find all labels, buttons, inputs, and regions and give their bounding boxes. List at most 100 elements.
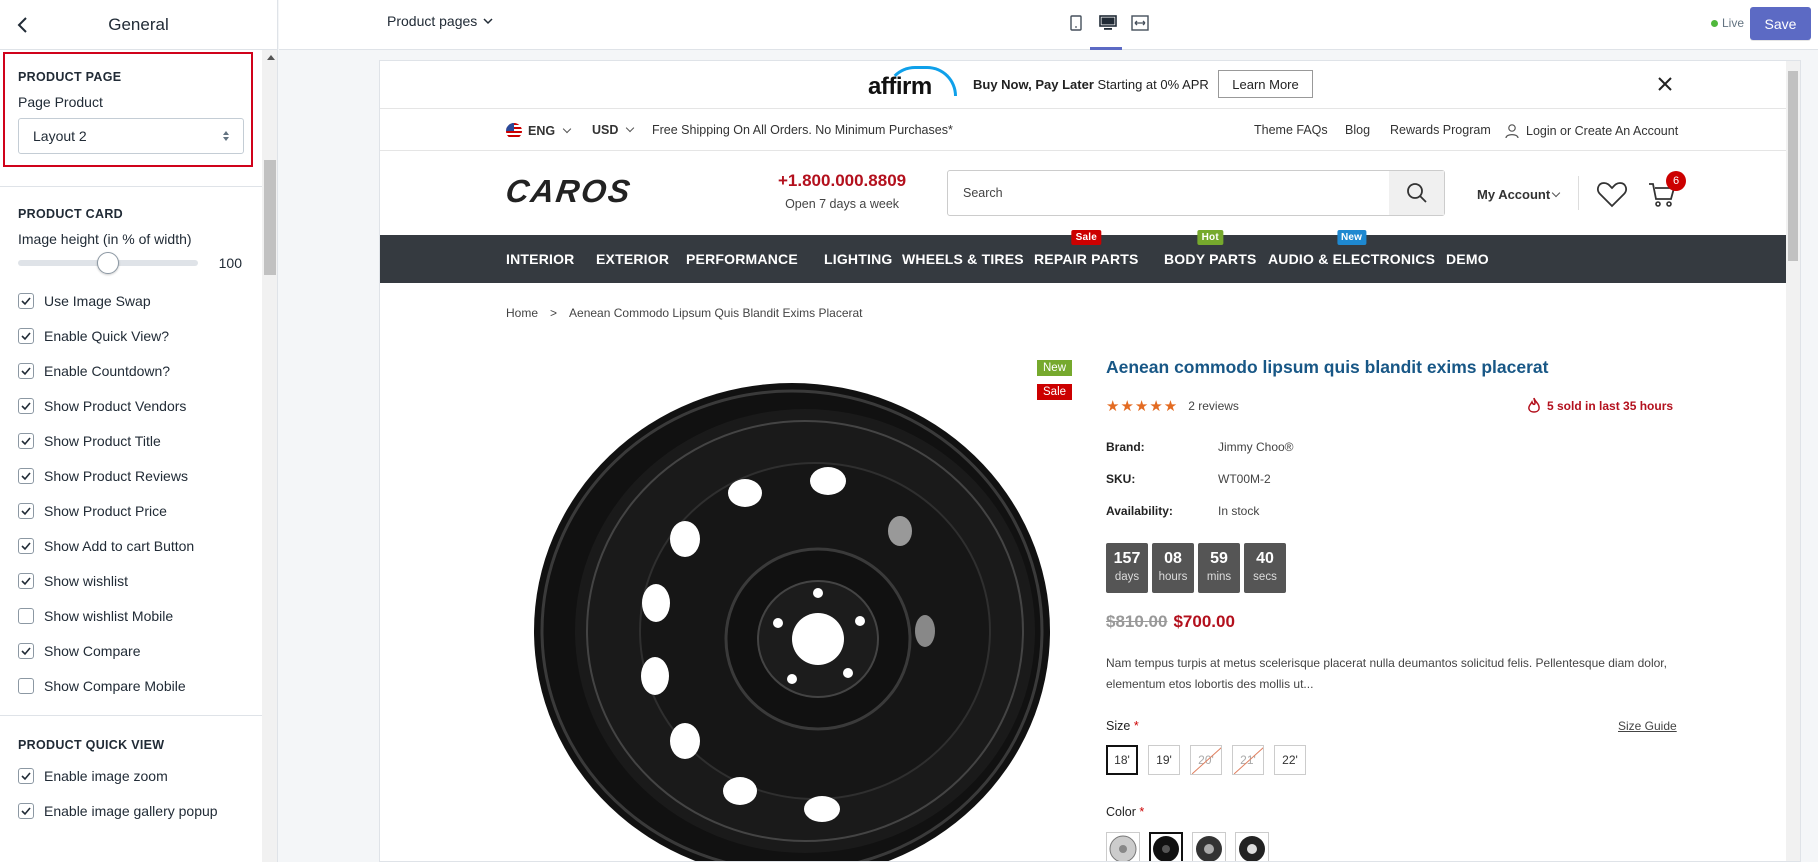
account-link[interactable]: Login or Create An Account <box>1504 123 1678 139</box>
currency-selector[interactable]: USD <box>592 123 635 137</box>
nav-item[interactable]: INTERIOR <box>506 251 575 267</box>
checkbox-row[interactable]: Enable Quick View? <box>18 318 244 353</box>
size-option[interactable]: 19' <box>1148 745 1180 775</box>
checkbox-checked[interactable] <box>18 327 34 344</box>
nav-item[interactable]: PERFORMANCE <box>686 251 798 267</box>
user-icon <box>1505 124 1519 139</box>
store-logo[interactable]: CAROS <box>503 173 635 210</box>
nav-item-label: REPAIR PARTS <box>1034 251 1139 267</box>
new-badge: New <box>1037 360 1073 376</box>
slider-handle[interactable] <box>97 252 119 274</box>
preview-scrollbar[interactable] <box>1786 61 1800 861</box>
store-hours: Open 7 days a week <box>785 197 900 211</box>
breadcrumb-current: Aenean Commodo Lipsum Quis Blandit Exims… <box>569 306 863 320</box>
blog-link[interactable]: Blog <box>1345 123 1370 137</box>
checkbox-row[interactable]: Show Product Price <box>18 493 244 528</box>
nav-item[interactable]: DEMO <box>1446 251 1489 267</box>
checkbox-row[interactable]: Show wishlist Mobile <box>18 598 244 633</box>
mobile-icon[interactable] <box>1066 12 1086 34</box>
checkbox-checked[interactable] <box>18 642 34 659</box>
brand-value[interactable]: Jimmy Choo® <box>1218 440 1294 454</box>
checkbox-row[interactable]: Show Product Title <box>18 423 244 458</box>
scrollbar-thumb[interactable] <box>1788 71 1798 261</box>
settings-sidebar: General PRODUCT PAGE Page Product Layout… <box>0 0 278 862</box>
checkbox-checked[interactable] <box>18 802 34 819</box>
checkbox-row[interactable]: Enable image zoom <box>18 758 244 793</box>
size-option[interactable]: 18' <box>1106 745 1138 775</box>
checkbox-checked[interactable] <box>18 397 34 414</box>
live-status: Live <box>1711 16 1744 30</box>
countdown-number: 08 <box>1164 550 1182 567</box>
checkbox-checked[interactable] <box>18 502 34 519</box>
countdown-unit: 157 days <box>1106 543 1148 593</box>
color-swatch[interactable] <box>1106 832 1140 861</box>
chevron-down-icon <box>626 123 635 133</box>
product-rating[interactable]: ★★★★★ 2 reviews <box>1106 397 1239 415</box>
checkbox-checked[interactable] <box>18 467 34 484</box>
size-guide-link[interactable]: Size Guide <box>1618 719 1677 733</box>
full-width-icon[interactable] <box>1130 12 1150 34</box>
checkbox-row[interactable]: Show Product Vendors <box>18 388 244 423</box>
nav-badge: Hot <box>1197 230 1223 245</box>
heart-icon[interactable] <box>1596 179 1628 209</box>
checkbox-unchecked[interactable] <box>18 607 34 624</box>
checkbox-checked[interactable] <box>18 767 34 784</box>
checkbox-unchecked[interactable] <box>18 677 34 694</box>
nav-item[interactable]: EXTERIOR <box>596 251 669 267</box>
checkbox-row[interactable]: Enable image gallery popup <box>18 793 244 828</box>
size-option: 20' <box>1190 745 1222 775</box>
nav-item[interactable]: WHEELS & TIRES <box>902 251 1024 267</box>
save-button[interactable]: Save <box>1750 7 1811 40</box>
nav-item[interactable]: LIGHTING <box>824 251 892 267</box>
color-swatch-selected[interactable] <box>1149 832 1183 861</box>
checkbox-row[interactable]: Enable Countdown? <box>18 353 244 388</box>
search-input[interactable]: Search <box>947 170 1445 216</box>
checkbox-label: Enable Quick View? <box>44 327 170 344</box>
checkbox-row[interactable]: Show Compare Mobile <box>18 668 244 703</box>
nav-item[interactable]: BODY PARTS Hot <box>1164 230 1257 267</box>
learn-more-button[interactable]: Learn More <box>1218 70 1313 98</box>
checkbox-row[interactable]: Show Add to cart Button <box>18 528 244 563</box>
rewards-link[interactable]: Rewards Program <box>1390 123 1491 137</box>
sidebar-scrollbar[interactable] <box>262 50 277 862</box>
theme-faqs-link[interactable]: Theme FAQs <box>1254 123 1328 137</box>
wheel-thumbnail-icon <box>1109 835 1137 861</box>
checkbox-label: Show Product Price <box>44 502 167 519</box>
checkbox-row[interactable]: Use Image Swap <box>18 283 244 318</box>
color-swatch[interactable] <box>1192 832 1226 861</box>
search-button[interactable] <box>1389 171 1444 215</box>
scroll-up-arrow-icon[interactable] <box>267 55 275 60</box>
checkbox-checked[interactable] <box>18 537 34 554</box>
close-icon[interactable] <box>1656 75 1674 93</box>
chevron-left-icon[interactable] <box>12 14 34 36</box>
language-selector[interactable]: ENG <box>506 123 572 139</box>
nav-item[interactable]: AUDIO & ELECTRONICS New <box>1268 230 1435 267</box>
breadcrumb-home[interactable]: Home <box>506 306 538 320</box>
checkbox-checked[interactable] <box>18 432 34 449</box>
checkbox-row[interactable]: Show wishlist <box>18 563 244 598</box>
size-option[interactable]: 22' <box>1274 745 1306 775</box>
checkbox-checked[interactable] <box>18 362 34 379</box>
checkbox-checked[interactable] <box>18 292 34 309</box>
image-height-slider[interactable] <box>18 252 198 274</box>
checkbox-row[interactable]: Show Product Reviews <box>18 458 244 493</box>
my-account-dropdown[interactable]: My Account <box>1477 187 1561 202</box>
size-label-text: Size <box>1106 719 1131 733</box>
page-type-dropdown[interactable]: Product pages <box>387 13 493 29</box>
section-heading: PRODUCT CARD <box>18 207 123 221</box>
cart-count-badge: 6 <box>1666 171 1686 191</box>
desktop-icon[interactable] <box>1098 12 1118 34</box>
sidebar-scroll-area[interactable]: PRODUCT PAGE Page Product Layout 2 PRODU… <box>0 50 277 862</box>
checkbox-row[interactable]: Show Compare <box>18 633 244 668</box>
nav-item-label: BODY PARTS <box>1164 251 1257 267</box>
countdown-timer: 157 days 08 hours 59 mins 40 secs <box>1106 543 1286 593</box>
quick-view-options: Enable image zoom Enable image gallery po… <box>18 758 244 828</box>
color-swatch[interactable] <box>1235 832 1269 861</box>
review-count[interactable]: 2 reviews <box>1188 399 1239 413</box>
product-image[interactable] <box>530 381 1050 862</box>
scrollbar-thumb[interactable] <box>264 160 276 275</box>
wheel-thumbnail-icon <box>1153 836 1179 861</box>
phone-number[interactable]: +1.800.000.8809 <box>778 171 906 191</box>
checkbox-checked[interactable] <box>18 572 34 589</box>
nav-item[interactable]: REPAIR PARTS Sale <box>1034 230 1139 267</box>
